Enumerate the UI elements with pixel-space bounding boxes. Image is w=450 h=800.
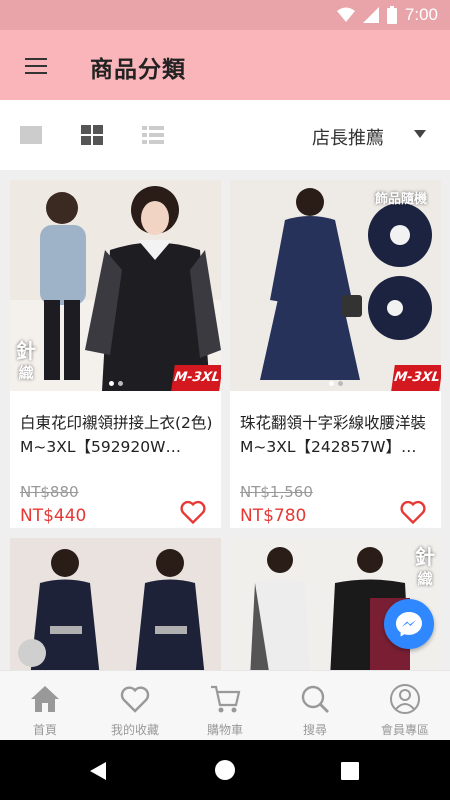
search-icon [301, 685, 329, 713]
cart-icon [211, 685, 241, 713]
page-title: 商品分類 [90, 57, 186, 83]
product-name[interactable]: 白東花印襯領拼接上衣(2色) M~3XL【592920W… [20, 411, 215, 459]
nav-label: 搜尋 [302, 723, 327, 737]
hamburger-menu-icon [25, 58, 47, 74]
product-image[interactable]: 針織 M-3XL [10, 180, 221, 391]
user-icon [390, 684, 420, 714]
nav-label: 首頁 [32, 723, 57, 737]
nav-label: 我的收藏 [110, 723, 159, 737]
product-image[interactable]: 飾品隨機 M-3XL [230, 180, 441, 391]
nav-item-favorites[interactable]: 我的收藏 [90, 671, 180, 741]
caret-down-icon[interactable] [414, 130, 426, 138]
status-bar: 7:00 [0, 0, 450, 30]
product-price: NT$440 [20, 506, 87, 526]
recents-icon[interactable] [340, 761, 360, 781]
grid-view-icon[interactable] [80, 124, 104, 146]
nav-item-member[interactable]: 會員專區 [360, 671, 450, 741]
product-card[interactable]: 飾品隨機 M-3XL 珠花翻領十字彩線收腰洋裝 M~3XL【242857W】… … [230, 180, 441, 528]
back-icon[interactable] [88, 760, 110, 782]
sort-dropdown[interactable]: 店長推薦 [312, 124, 384, 150]
product-image[interactable] [10, 538, 221, 670]
product-photo-illustration [230, 180, 441, 391]
wifi-icon [336, 7, 355, 22]
home-circle-icon[interactable] [214, 759, 236, 781]
bottom-nav: 首頁 我的收藏 購物車 搜尋 會員專區 [0, 670, 450, 740]
nav-label: 會員專區 [380, 723, 429, 737]
status-icons: 7:00 [336, 5, 438, 25]
product-grid: 針織 M-3XL 白東花印襯領拼接上衣(2色) M~3XL【592920W… N… [0, 170, 450, 670]
heart-icon [120, 686, 150, 713]
carousel-dots [230, 381, 441, 386]
nav-item-search[interactable]: 搜尋 [270, 671, 360, 741]
carousel-dots [10, 381, 221, 386]
product-tag: 飾品隨機 [374, 192, 427, 207]
system-nav-bar [0, 740, 450, 800]
size-badge: M-3XL [391, 365, 441, 391]
product-tag: 針織 [16, 339, 36, 382]
product-original-price: NT$880 [20, 483, 79, 501]
status-time: 7:00 [404, 5, 438, 24]
nav-item-home[interactable]: 首頁 [0, 671, 90, 741]
messenger-chat-button[interactable] [384, 599, 434, 649]
battery-icon [386, 6, 397, 24]
product-photo-illustration [10, 538, 221, 670]
app-bar: 商品分類 [0, 30, 450, 100]
favorite-heart-icon[interactable] [399, 498, 427, 526]
product-name[interactable]: 珠花翻領十字彩線收腰洋裝 M~3XL【242857W】… [240, 411, 435, 459]
product-price: NT$780 [240, 506, 307, 526]
product-card[interactable]: 針織 M-3XL 白東花印襯領拼接上衣(2色) M~3XL【592920W… N… [10, 180, 221, 528]
product-tag: 針織 [415, 545, 435, 588]
product-card[interactable] [10, 538, 221, 670]
nav-label: 購物車 [206, 723, 243, 737]
favorite-heart-icon[interactable] [179, 498, 207, 526]
product-photo-illustration [10, 180, 221, 391]
list-view-icon[interactable] [141, 124, 165, 146]
menu-button[interactable] [14, 50, 58, 82]
size-badge: M-3XL [171, 365, 221, 391]
messenger-icon [396, 612, 422, 637]
product-original-price: NT$1,560 [240, 483, 313, 501]
nav-item-cart[interactable]: 購物車 [180, 671, 270, 741]
signal-icon [362, 7, 379, 23]
home-icon [31, 686, 59, 712]
single-view-icon[interactable] [19, 124, 43, 146]
view-toolbar: 店長推薦 [0, 100, 450, 170]
